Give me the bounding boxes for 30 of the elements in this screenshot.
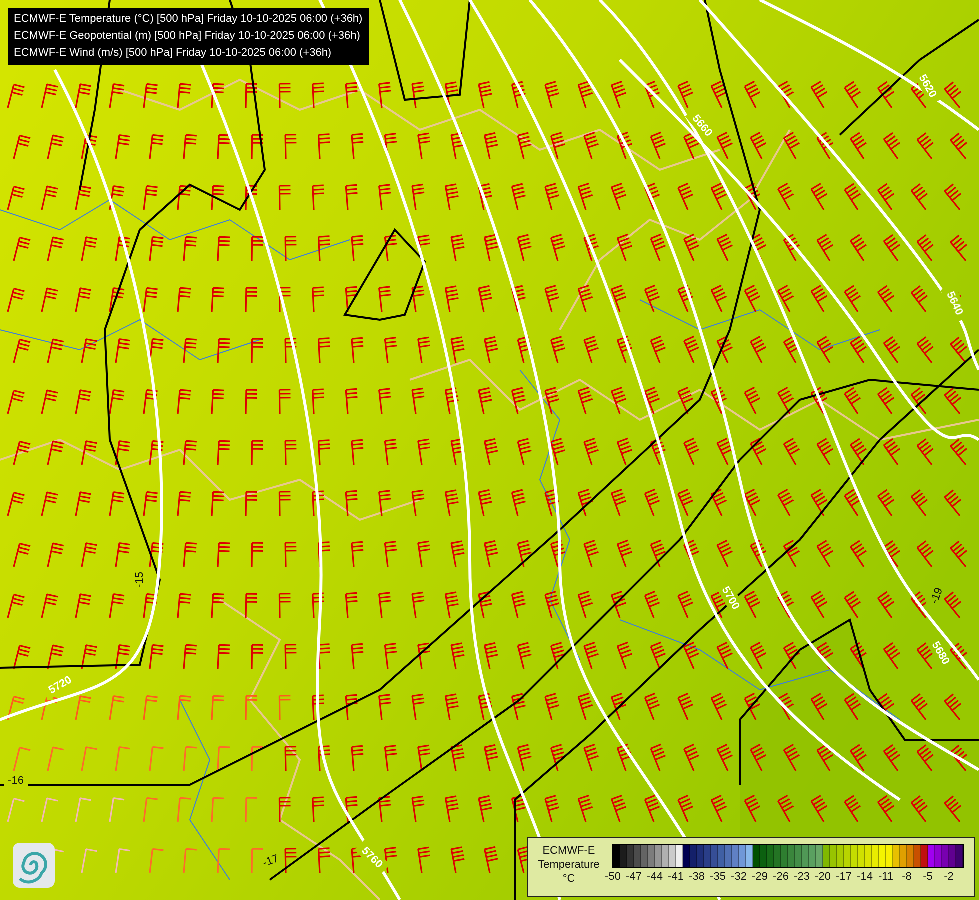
scale-label: -17 xyxy=(836,871,852,883)
contour-label: -17 xyxy=(261,852,280,870)
map-title: ECMWF-E Wind (m/s) [500 hPa] Friday 10-10-2025 06:00 (+36h) xyxy=(14,46,333,61)
scale-label: -38 xyxy=(689,871,705,883)
scale-label: -41 xyxy=(668,871,684,883)
legend-unit: °C xyxy=(562,872,576,886)
contour-label: -16 xyxy=(8,775,24,787)
scale-label: -2 xyxy=(944,871,954,883)
scale-label: -5 xyxy=(923,871,933,883)
contour-label: -15 xyxy=(134,572,146,588)
swirl-logo-icon xyxy=(13,843,55,888)
scale-label: -11 xyxy=(878,871,894,883)
scale-label: -23 xyxy=(794,871,810,883)
scale-label: -44 xyxy=(647,871,663,883)
map-title: ECMWF-E Temperature (°C) [500 hPa] Friday 10-10-2025 06:00 (+36h) xyxy=(14,12,363,27)
scale-label: -26 xyxy=(773,871,789,883)
scale-label: -14 xyxy=(857,871,873,883)
contour-label: 5720 xyxy=(46,674,74,697)
contour-label: -19 xyxy=(928,586,946,606)
scale-label: -47 xyxy=(626,871,642,883)
scale-label: -35 xyxy=(710,871,726,883)
scale-label: -8 xyxy=(902,871,912,883)
contour-label: 5640 xyxy=(944,290,966,318)
map-title: ECMWF-E Geopotential (m) [500 hPa] Friday 10-10-2025 06:00 (+36h) xyxy=(14,29,362,44)
scale-label: -50 xyxy=(605,871,621,883)
legend-title: ECMWF-E xyxy=(542,844,596,858)
scale-label: -20 xyxy=(815,871,831,883)
scale-label: -29 xyxy=(752,871,768,883)
scale-label: -32 xyxy=(731,871,747,883)
legend-variable: Temperature xyxy=(538,858,600,872)
